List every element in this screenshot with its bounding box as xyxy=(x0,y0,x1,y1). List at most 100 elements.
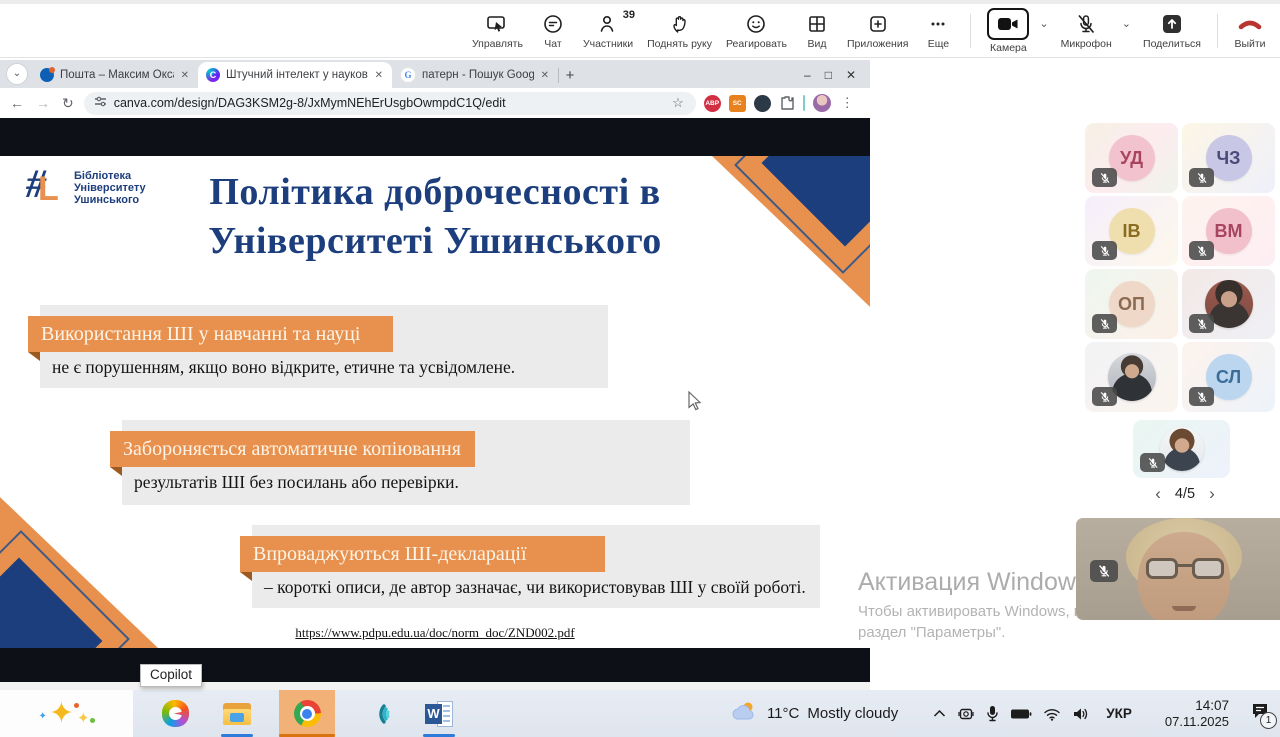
weather-widget[interactable]: 11°C Mostly cloudy xyxy=(731,700,898,727)
tray-battery-icon[interactable] xyxy=(1010,708,1032,720)
bookmark-star-icon[interactable]: ☆ xyxy=(670,95,686,111)
participant-grid: УД ЧЗ ІВ ВМ xyxy=(1085,123,1275,412)
outlook-favicon xyxy=(40,68,54,82)
maximize-button[interactable]: □ xyxy=(825,68,832,82)
policy-pdf-link[interactable]: https://www.pdpu.edu.ua/doc/norm_doc/ZND… xyxy=(295,625,574,640)
raise-hand-label: Поднять руку xyxy=(647,38,712,50)
ellipsis-icon xyxy=(927,12,949,36)
ribbon-fold xyxy=(240,572,252,581)
url-text: canva.com/design/DAG3KSM2g-8/JxMymNEhErU… xyxy=(114,96,663,110)
language-indicator[interactable]: УКР xyxy=(1106,706,1132,721)
minimize-button[interactable]: – xyxy=(804,68,811,82)
clock[interactable]: 14:07 07.11.2025 xyxy=(1165,698,1229,730)
tab-close-icon[interactable]: ✕ xyxy=(374,70,384,81)
google-favicon: G xyxy=(400,67,416,83)
raise-hand-button[interactable]: Поднять руку xyxy=(643,10,716,52)
notification-center-icon[interactable]: 1 xyxy=(1250,702,1270,725)
tray-camera-icon[interactable] xyxy=(957,706,975,722)
url-field[interactable]: canva.com/design/DAG3KSM2g-8/JxMymNEhErU… xyxy=(84,92,696,115)
participant-tile: СЛ xyxy=(1182,342,1275,412)
system-tray: 11°C Mostly cloudy УКР 14:07 07.11.2025 … xyxy=(731,690,1280,737)
share-up-icon xyxy=(1162,12,1182,36)
slide-point-header-1: Використання ШІ у навчанні та науці xyxy=(28,316,393,352)
mic-muted-icon xyxy=(1075,12,1097,36)
participant-photo xyxy=(1160,427,1204,471)
taskbar-apps: W xyxy=(155,690,459,737)
tab-close-icon[interactable]: ✕ xyxy=(180,70,190,81)
chat-button[interactable]: Чат xyxy=(533,10,573,52)
participants-pager: ‹ 4/5 › xyxy=(1120,486,1250,502)
tab-mail[interactable]: Пошта – Максим Оксана Ана ✕ xyxy=(32,62,198,88)
camera-dropdown-chevron[interactable]: ⌄ xyxy=(1039,17,1050,44)
sparkle-icon: ✦ xyxy=(49,699,74,729)
slide-point-body-2: результатів ШІ без посилань або перевірк… xyxy=(134,472,682,493)
forward-button[interactable]: → xyxy=(34,95,52,111)
adblock-extension-icon[interactable]: ABP xyxy=(704,95,721,112)
react-button[interactable]: Реагировать xyxy=(722,10,791,52)
participant-tile xyxy=(1085,342,1178,412)
tab-close-icon[interactable]: ✕ xyxy=(540,70,550,81)
camera-button[interactable]: Камера xyxy=(983,6,1033,56)
apps-button[interactable]: Приложения xyxy=(843,10,912,52)
tray-speaker-icon[interactable] xyxy=(1072,707,1089,721)
slide-title-line2: Університеті Ушинського xyxy=(0,217,870,266)
chrome-app-icon[interactable] xyxy=(279,690,335,737)
close-button[interactable]: ✕ xyxy=(846,68,856,82)
mic-muted-badge xyxy=(1092,168,1117,187)
browser-menu-icon[interactable]: ⋮ xyxy=(839,95,856,111)
file-explorer-icon[interactable] xyxy=(217,690,257,737)
participant-tile: ВМ xyxy=(1182,196,1275,266)
tab-canva[interactable]: C Штучний інтелект у науковій ✕ xyxy=(198,62,392,88)
tray-mic-icon[interactable] xyxy=(986,705,999,722)
mic-muted-badge xyxy=(1189,241,1214,260)
mic-dropdown-chevron[interactable]: ⌄ xyxy=(1122,17,1133,44)
hangup-phone-icon xyxy=(1237,12,1263,36)
slide-point-body-3: – короткі описи, де автор зазначає, чи в… xyxy=(264,577,812,598)
participant-tile: УД xyxy=(1085,123,1178,193)
more-button[interactable]: Еще xyxy=(918,10,958,52)
widgets-button[interactable]: ✦ ✦ ✦ xyxy=(0,690,133,737)
tray-chevron-up-icon[interactable] xyxy=(933,709,946,718)
leave-button[interactable]: Выйти xyxy=(1230,10,1270,52)
profile-avatar[interactable] xyxy=(813,94,831,112)
dark-extension-icon[interactable] xyxy=(754,95,771,112)
tab-google-search[interactable]: G патерн - Пошук Google ✕ xyxy=(392,62,558,88)
conference-app-icon[interactable] xyxy=(357,690,397,737)
copilot-app-icon[interactable] xyxy=(155,690,195,737)
tray-wifi-icon[interactable] xyxy=(1043,707,1061,721)
tab-search-button[interactable]: ⌄ xyxy=(6,63,28,85)
mic-muted-badge xyxy=(1092,314,1117,333)
participants-label: Участники xyxy=(583,38,633,50)
mic-button[interactable]: Микрофон xyxy=(1057,10,1116,52)
reload-button[interactable]: ↻ xyxy=(60,95,76,112)
react-label: Реагировать xyxy=(726,38,787,50)
glasses xyxy=(1146,558,1224,580)
site-settings-icon[interactable] xyxy=(94,95,107,111)
participant-tile: ОП xyxy=(1085,269,1178,339)
extensions-puzzle-icon[interactable] xyxy=(779,95,795,111)
mic-label: Микрофон xyxy=(1061,38,1112,50)
view-button[interactable]: Вид xyxy=(797,10,837,52)
sc-extension-icon[interactable]: SC xyxy=(729,95,746,112)
participant-tile: ЧЗ xyxy=(1182,123,1275,193)
manage-button[interactable]: Управлять xyxy=(468,10,527,52)
new-tab-button[interactable]: + xyxy=(559,64,581,86)
pager-prev-icon[interactable]: ‹ xyxy=(1155,486,1161,502)
pager-next-icon[interactable]: › xyxy=(1209,486,1215,502)
address-bar: ← → ↻ canva.com/design/DAG3KSM2g-8/JxMym… xyxy=(0,88,870,119)
sparkle-icon: ✦ xyxy=(77,704,90,734)
weather-desc: Mostly cloudy xyxy=(807,705,898,722)
ribbon-fold xyxy=(28,352,40,361)
participants-button[interactable]: 39 Участники xyxy=(579,10,637,52)
tab-title: патерн - Пошук Google xyxy=(422,69,534,81)
weather-temp: 11°C xyxy=(767,705,799,722)
mic-muted-badge xyxy=(1189,168,1214,187)
back-button[interactable]: ← xyxy=(8,95,26,111)
toolbar-divider xyxy=(970,14,971,48)
word-app-icon[interactable]: W xyxy=(419,690,459,737)
toolbar-separator xyxy=(803,95,805,111)
mic-muted-badge xyxy=(1092,387,1117,406)
share-button[interactable]: Поделиться xyxy=(1139,10,1205,52)
participant-tile-solo xyxy=(1133,420,1230,478)
slide-point-body-1: не є порушенням, якщо воно відкрите, ети… xyxy=(52,357,600,378)
